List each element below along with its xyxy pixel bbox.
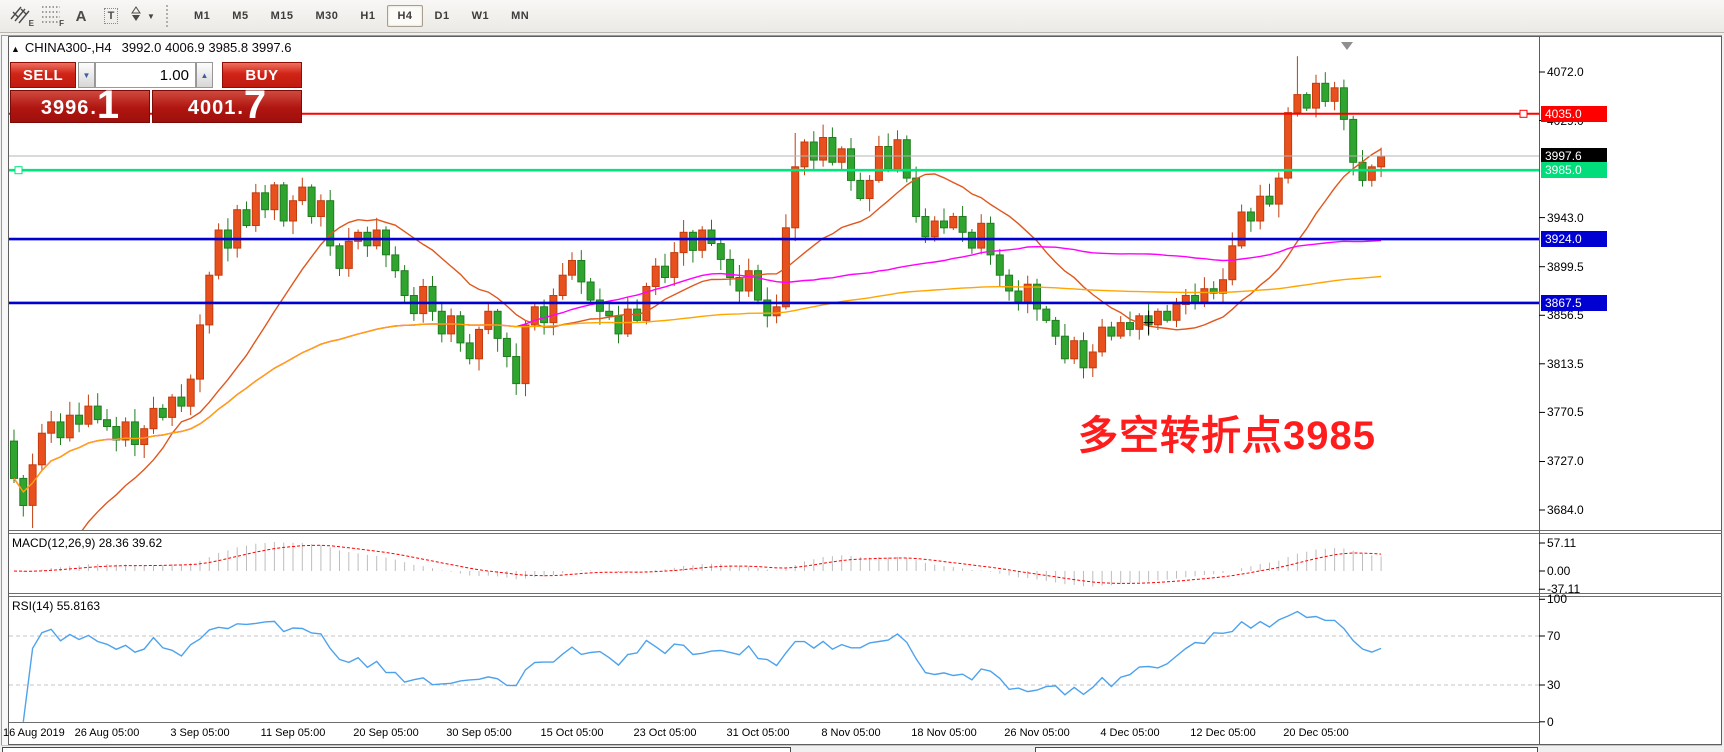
arrows-icon — [127, 5, 145, 28]
top-toolbar: EFA T ▼ M1M5M15M30H1H4D1W1MN — [0, 0, 1724, 33]
chart-workspace[interactable]: 4072.04029.03943.03899.53856.53813.53770… — [0, 33, 1724, 752]
volume-increment-button[interactable]: ▲ — [196, 62, 213, 88]
sell-price-big-digit: 1 — [97, 90, 119, 120]
hline-handle[interactable] — [15, 167, 22, 174]
symbol-name: CHINA300-,H4 — [25, 40, 112, 55]
buy-price-panel[interactable]: 4001.7 — [152, 90, 302, 123]
equidistant-channel-tool[interactable]: E — [6, 3, 36, 29]
mt4-application: EFA T ▼ M1M5M15M30H1H4D1W1MN 4072.04029.039… — [0, 0, 1724, 752]
arrows-tool[interactable]: ▼ — [126, 3, 156, 29]
timeframe-button-m1[interactable]: M1 — [184, 5, 220, 27]
chart-window-frame — [9, 37, 1722, 745]
timeframe-button-m5[interactable]: M5 — [222, 5, 258, 27]
chart-canvas[interactable] — [0, 33, 1724, 752]
toolbar-grip[interactable] — [166, 5, 175, 27]
text-tool[interactable]: T — [96, 3, 126, 29]
hline-handle[interactable] — [1520, 110, 1527, 117]
timeframe-button-h1[interactable]: H1 — [350, 5, 385, 27]
docked-window-edge-right — [1036, 748, 1538, 752]
ohlc-readout: 3992.0 4006.9 3985.8 3997.6 — [122, 40, 292, 55]
rsi-indicator-label: RSI(14) 55.8163 — [12, 599, 100, 613]
sell-price-main: 3996 — [41, 97, 90, 120]
docked-window-edge-left — [3, 748, 791, 752]
sell-button[interactable]: SELL — [10, 62, 76, 88]
timeframe-button-m30[interactable]: M30 — [305, 5, 348, 27]
text-label-icon: A — [76, 8, 87, 25]
timeframe-button-d1[interactable]: D1 — [425, 5, 460, 27]
buy-price-main: 4001 — [188, 97, 237, 120]
fibonacci-tool[interactable]: F — [36, 3, 66, 29]
timeframe-button-m15[interactable]: M15 — [261, 5, 304, 27]
volume-decrement-button[interactable]: ▼ — [78, 62, 95, 88]
text-label-tool[interactable]: A — [66, 3, 96, 29]
sell-price-panel[interactable]: 3996.1 — [10, 90, 150, 123]
timeframe-button-mn[interactable]: MN — [501, 5, 539, 27]
collapse-arrow-icon[interactable]: ▲ — [11, 44, 20, 54]
buy-price-big-digit: 7 — [244, 90, 266, 120]
symbol-header: ▲ CHINA300-,H4 3992.0 4006.9 3985.8 3997.6 — [11, 40, 292, 55]
timeframe-button-h4[interactable]: H4 — [387, 5, 422, 27]
chart-text-annotation: 多空转折点3985 — [1078, 403, 1376, 461]
dropdown-caret-icon: ▼ — [147, 12, 155, 21]
timeframe-button-w1[interactable]: W1 — [462, 5, 500, 27]
text-icon: T — [104, 8, 119, 24]
macd-indicator-label: MACD(12,26,9) 28.36 39.62 — [12, 536, 162, 550]
